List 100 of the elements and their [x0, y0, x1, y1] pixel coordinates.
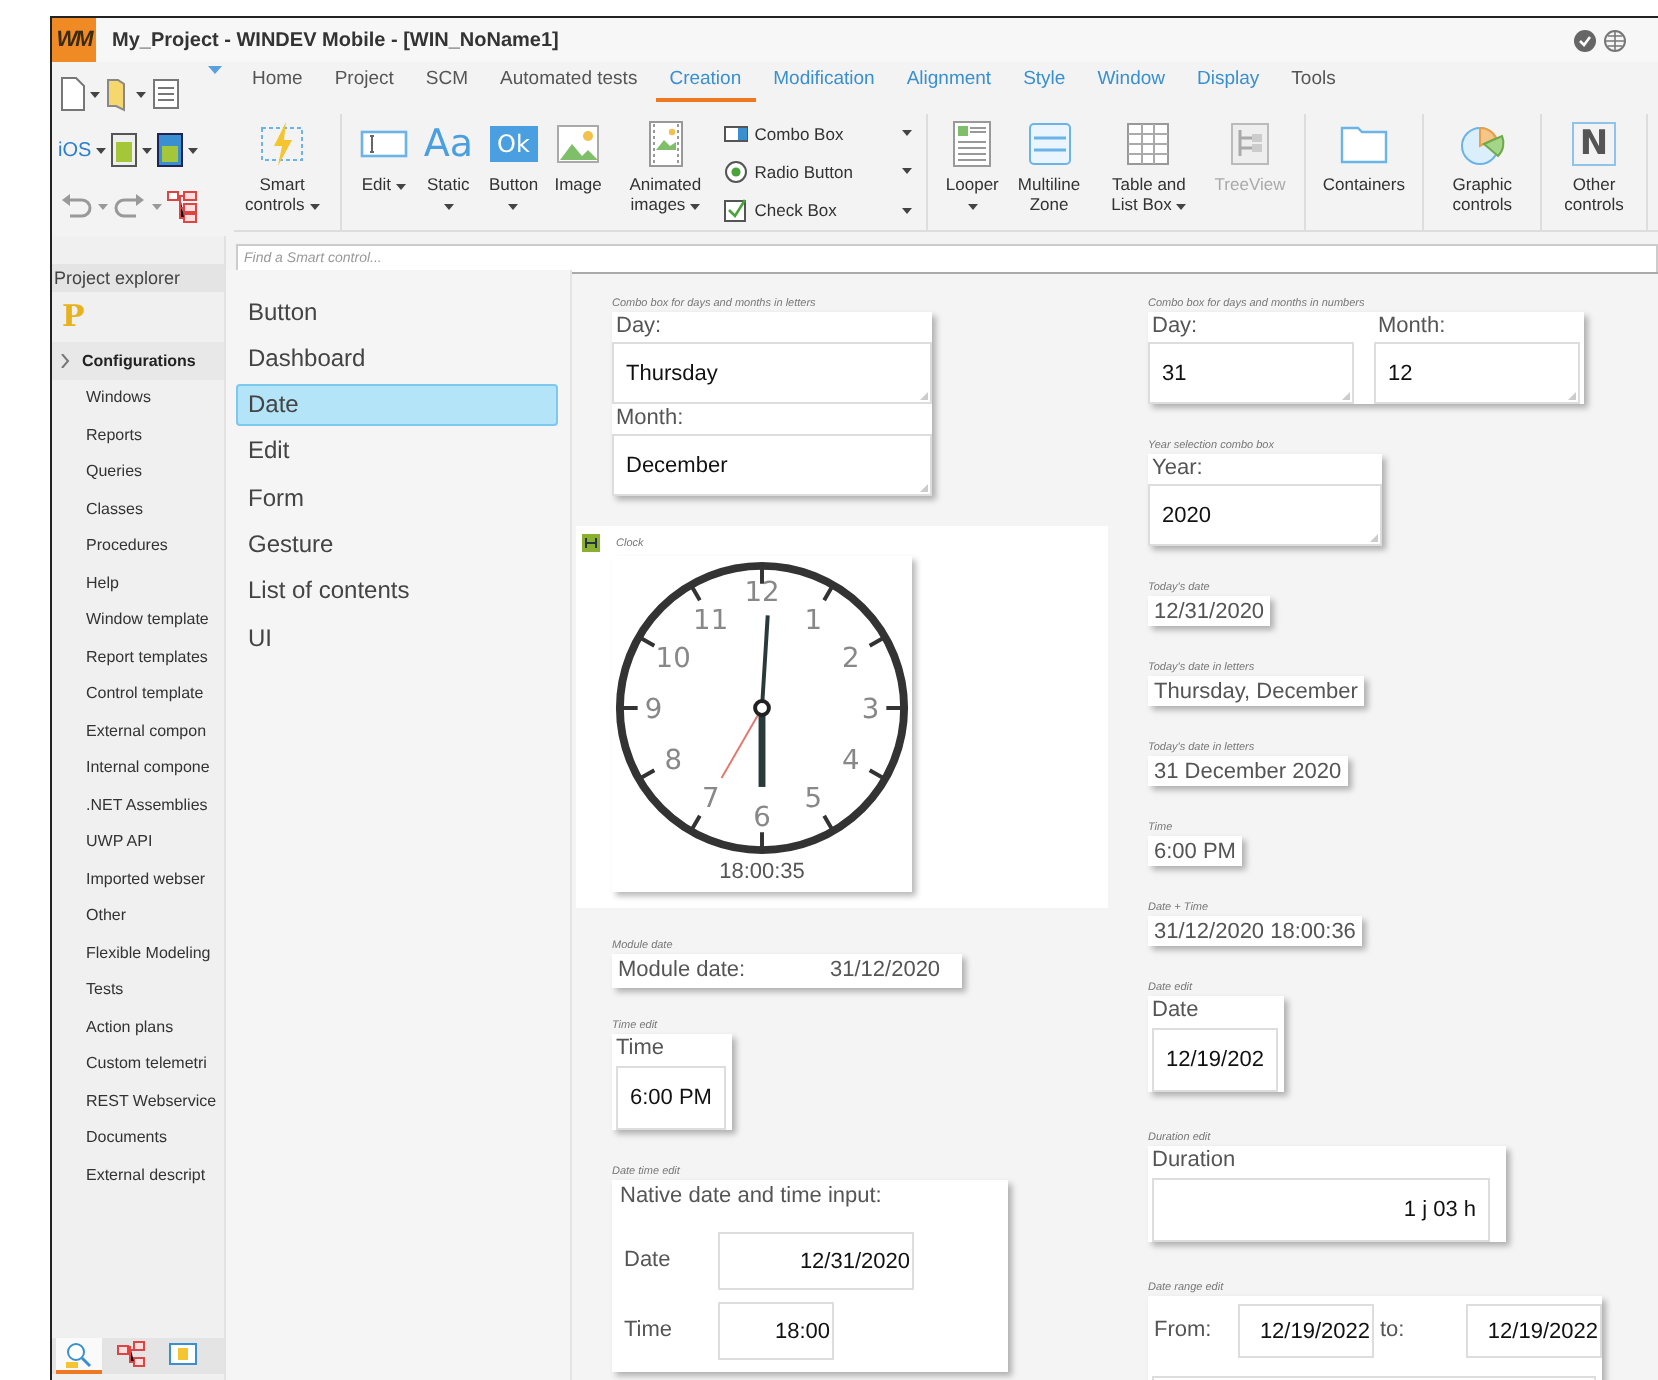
edit-field[interactable]: 12/19/2022: [1238, 1304, 1374, 1358]
combo-box-icon: [724, 121, 749, 146]
globe-icon[interactable]: [1604, 29, 1626, 51]
tree-item[interactable]: Control template: [52, 675, 224, 712]
field-label: Year:: [1150, 454, 1205, 484]
edit-field[interactable]: 12/19/202: [1152, 1028, 1278, 1092]
ribbon-tab[interactable]: SCM: [411, 68, 483, 102]
clock-numeral: 2: [842, 642, 860, 675]
panel-tab[interactable]: [56, 1338, 102, 1374]
ribbon-button[interactable]: N Other controls: [1551, 114, 1637, 230]
explorer-icon: [64, 1339, 94, 1369]
tree-item[interactable]: UWP API: [52, 823, 224, 860]
combo-box[interactable]: 2020: [1148, 484, 1382, 546]
phone-icon[interactable]: [155, 132, 184, 168]
tree-item[interactable]: Internal compone: [52, 749, 224, 786]
tree-item[interactable]: Documents: [52, 1119, 224, 1156]
hierarchy-icon[interactable]: [166, 188, 198, 224]
tree-item[interactable]: External descript: [52, 1156, 224, 1193]
caret-icon: [152, 203, 162, 209]
ribbon-tab[interactable]: Tools: [1277, 68, 1350, 102]
save-icon[interactable]: [150, 76, 182, 112]
combo-box[interactable]: December: [612, 434, 932, 496]
field-label: Date: [1150, 996, 1201, 1026]
ribbon-button[interactable]: Multiline Zone: [1006, 114, 1092, 230]
ribbon-button[interactable]: Table and List Box: [1091, 114, 1207, 230]
edit-field[interactable]: 12/31/2020: [718, 1232, 914, 1290]
check-circle-icon[interactable]: [1574, 29, 1596, 51]
tree-item[interactable]: Action plans: [52, 1008, 224, 1045]
tree-item[interactable]: Queries: [52, 453, 224, 490]
resize-grip-icon: [920, 392, 928, 400]
tree-item[interactable]: Reports: [52, 416, 224, 453]
list-item[interactable]: Dashboard: [236, 336, 558, 379]
tree-item[interactable]: Custom telemetri: [52, 1045, 224, 1082]
tree-item[interactable]: Other: [52, 897, 224, 934]
clock-numeral: 1: [804, 605, 823, 638]
combo-box[interactable]: Thursday: [612, 342, 932, 404]
edit-field[interactable]: 1 j 03 h: [1152, 1178, 1490, 1242]
chevron-icon[interactable]: [60, 353, 70, 368]
tree-item[interactable]: REST Webservice: [52, 1082, 224, 1119]
clock-numeral: 11: [693, 605, 729, 638]
radio-button-icon: [724, 159, 749, 184]
ribbon-tab[interactable]: Home: [238, 68, 317, 102]
tree-item[interactable]: External compon: [52, 712, 224, 749]
edit-field[interactable]: 18:00: [718, 1302, 834, 1360]
caret-icon: [967, 204, 978, 210]
tree-item[interactable]: Configurations: [52, 342, 224, 379]
panel-title: Project explorer: [52, 264, 224, 292]
tree-item[interactable]: .NET Assemblies: [52, 786, 224, 823]
list-item[interactable]: Edit: [236, 429, 558, 472]
platform-label[interactable]: iOS: [58, 139, 92, 161]
ribbon-button[interactable]: Combo Box: [724, 121, 913, 146]
tree-item[interactable]: Help: [52, 564, 224, 601]
image-icon: [554, 120, 603, 168]
edit-field[interactable]: 6:00 PM: [616, 1066, 726, 1130]
ribbon-button[interactable]: Ok Button: [480, 114, 547, 230]
ribbon-button[interactable]: Containers: [1314, 114, 1413, 230]
picture-icon: [168, 1339, 198, 1369]
tablet-icon[interactable]: [109, 132, 138, 168]
tree-item[interactable]: Tests: [52, 971, 224, 1008]
undo-icon[interactable]: [58, 188, 94, 224]
ribbon-button[interactable]: Aa Static: [415, 114, 481, 230]
tree-item[interactable]: Window template: [52, 601, 224, 638]
tree-item[interactable]: Windows: [52, 379, 224, 416]
ribbon-button[interactable]: Animated images: [610, 114, 721, 230]
list-item[interactable]: Date: [236, 383, 558, 426]
combo-box[interactable]: 31: [1148, 342, 1354, 404]
list-item[interactable]: Form: [236, 476, 558, 519]
ribbon-button[interactable]: Smart controls: [234, 114, 331, 230]
tree-item[interactable]: Imported webser: [52, 860, 224, 897]
field-label: Day:: [614, 312, 664, 342]
clock-numeral: 12: [744, 577, 780, 610]
resize-grip-icon: [1370, 534, 1378, 542]
list-item[interactable]: Button: [236, 290, 558, 332]
app-logo: WM: [52, 18, 96, 62]
tree-item[interactable]: Procedures: [52, 527, 224, 564]
combo-box[interactable]: 12: [1374, 342, 1580, 404]
list-item[interactable]: Gesture: [236, 522, 558, 565]
list-item[interactable]: UI: [236, 616, 558, 659]
tree-icon: [1226, 120, 1275, 168]
tree-item[interactable]: Report templates: [52, 638, 224, 675]
redo-icon[interactable]: [112, 188, 148, 224]
ribbon-tab[interactable]: Automated tests: [486, 68, 652, 102]
ribbon-tab[interactable]: Project: [320, 68, 408, 102]
new-document-icon[interactable]: [58, 76, 86, 112]
resize-grip-icon: [1568, 392, 1576, 400]
ribbon-button[interactable]: Edit: [351, 114, 416, 230]
list-item[interactable]: List of contents: [236, 569, 558, 612]
tree-item[interactable]: Classes: [52, 490, 224, 527]
static-text: Thursday, December: [1148, 676, 1364, 706]
ribbon-button[interactable]: Graphic controls: [1434, 114, 1531, 230]
caret-icon: [136, 91, 146, 97]
customize-caret-icon[interactable]: [208, 66, 222, 74]
caret-icon: [95, 147, 106, 153]
ribbon-button[interactable]: Image: [546, 114, 611, 230]
edit-field[interactable]: 12/19/2022: [1466, 1304, 1602, 1358]
ribbon-button[interactable]: Radio Button: [724, 159, 913, 184]
tree-item[interactable]: Flexible Modeling: [52, 934, 224, 971]
ribbon-button[interactable]: Check Box: [724, 198, 913, 223]
ribbon-button[interactable]: Looper: [937, 114, 1007, 230]
field-label: Module date:: [616, 956, 748, 986]
